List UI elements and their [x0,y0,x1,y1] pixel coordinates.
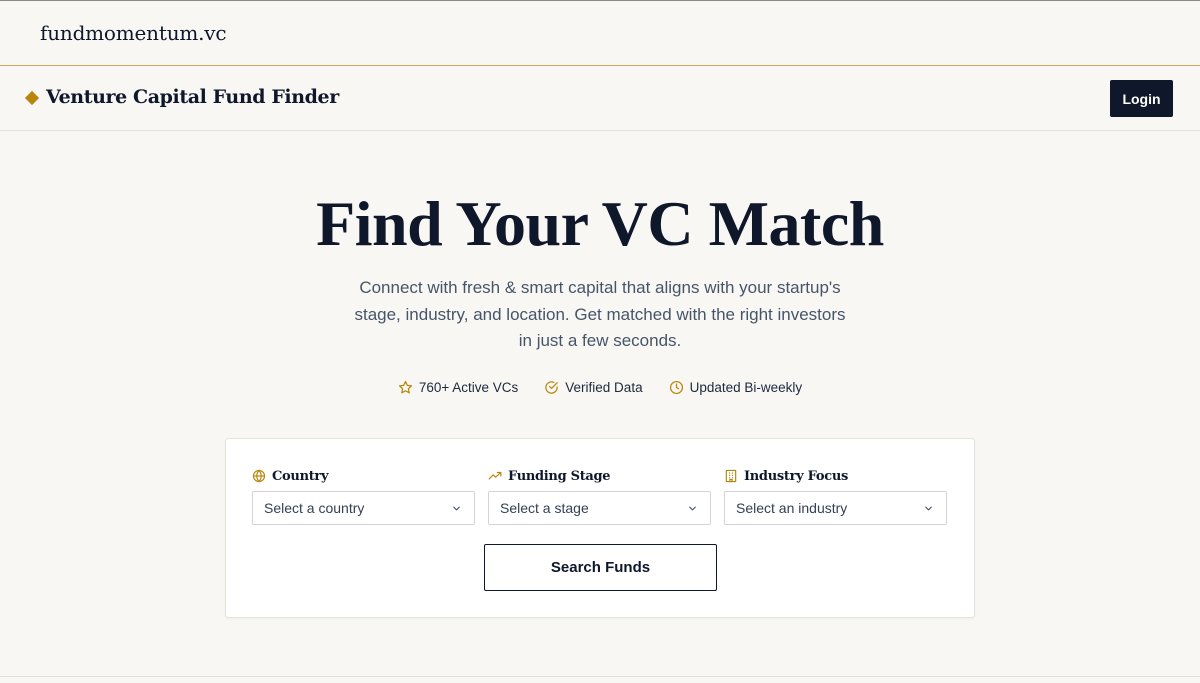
country-field: Country Select a country [252,467,475,525]
country-select-value: Select a country [264,500,365,516]
funding-stage-label: Funding Stage [488,467,711,485]
funding-stage-select-value: Select a stage [500,500,589,516]
search-card: Country Select a country Funding Stage S… [225,438,975,618]
badge-updated: Updated Bi-weekly [669,380,803,395]
industry-focus-field: Industry Focus Select an industry [724,467,947,525]
hero-subtitle: Connect with fresh & smart capital that … [354,278,846,350]
badge-verified-data: Verified Data [544,380,643,395]
badge-active-vcs: 760+ Active VCs [398,380,518,395]
check-circle-icon [545,381,559,394]
hero-title: Find Your VC Match [316,188,884,259]
login-button[interactable]: Login [1110,80,1173,117]
funding-stage-field: Funding Stage Select a stage [488,467,711,525]
badge-label: 760+ Active VCs [418,380,519,395]
funding-stage-select[interactable]: Select a stage [488,491,711,525]
search-funds-button[interactable]: Search Funds [484,544,717,591]
building-icon [725,469,737,483]
globe-icon [252,469,266,483]
star-icon [398,380,412,394]
app-header: Venture Capital Fund Finder Login [0,66,1200,131]
trending-up-icon [488,471,502,480]
badge-label: Updated Bi-weekly [689,380,803,395]
site-domain[interactable]: fundmomentum.vc [40,21,227,45]
industry-focus-label-text: Industry Focus [744,468,849,484]
brand-title[interactable]: Venture Capital Fund Finder [46,86,339,108]
clock-icon [669,380,683,395]
chevron-down-icon [453,506,460,510]
feature-badges: 760+ Active VCs Verified Data Updated Bi… [0,380,1200,395]
industry-focus-select-value: Select an industry [736,500,848,516]
footer-divider [0,676,1200,677]
industry-focus-select[interactable]: Select an industry [724,491,947,525]
diamond-icon [24,90,40,106]
country-select[interactable]: Select a country [252,491,475,525]
chevron-down-icon [689,506,696,510]
country-label: Country [252,467,475,485]
country-label-text: Country [272,468,329,484]
funding-stage-label-text: Funding Stage [508,468,611,484]
chevron-down-icon [925,506,932,510]
industry-focus-label: Industry Focus [724,467,947,485]
site-top-bar: fundmomentum.vc [0,0,1200,66]
badge-label: Verified Data [565,380,643,395]
